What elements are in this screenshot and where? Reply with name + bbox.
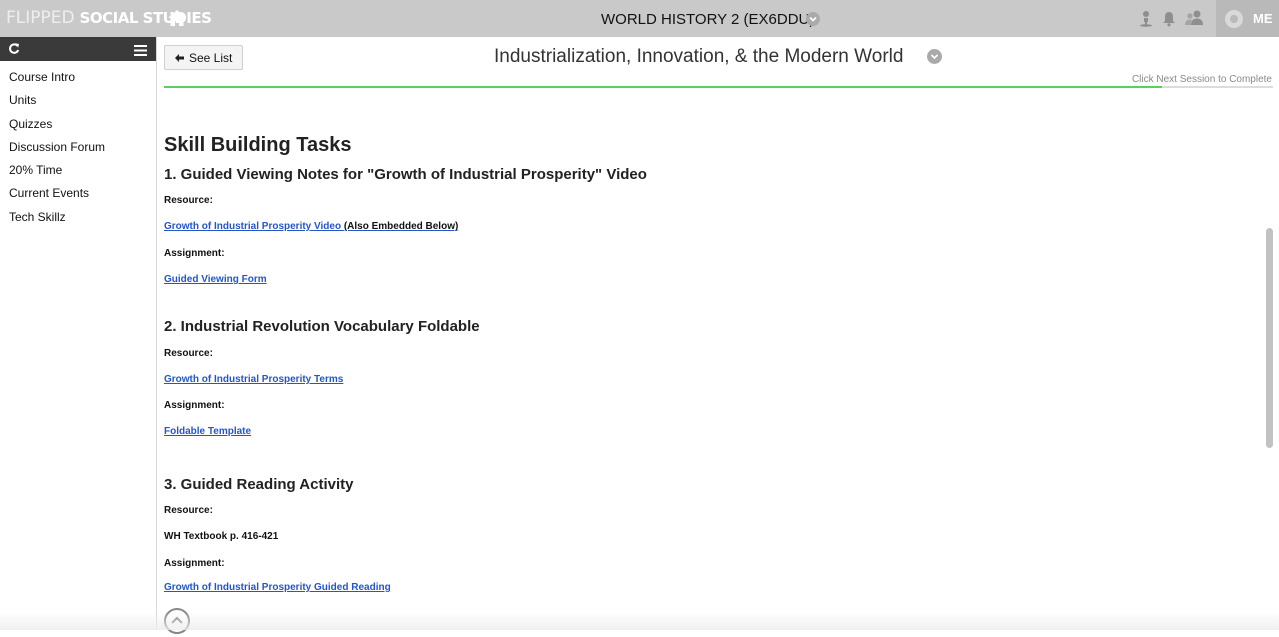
refresh-icon[interactable] — [8, 42, 20, 60]
menu-icon[interactable] — [134, 43, 147, 61]
top-bar: FLIPPED SOCIAL STUDIES WORLD HISTORY 2 (… — [0, 0, 1279, 37]
resource-text: WH Textbook p. 416-421 — [164, 531, 279, 542]
users-icon[interactable] — [1184, 10, 1204, 32]
chevron-down-icon[interactable] — [927, 49, 942, 64]
sidebar-header — [0, 37, 156, 61]
home-icon[interactable] — [167, 9, 187, 27]
resource-link[interactable]: Growth of Industrial Prosperity Terms — [164, 374, 343, 385]
sidebar-item-20-percent-time[interactable]: 20% Time — [0, 159, 156, 182]
resource-note: (Also Embedded Below) — [343, 221, 459, 232]
see-list-button[interactable]: See List — [164, 45, 243, 70]
scroll-to-top-button[interactable] — [164, 608, 190, 634]
page-title: Industrialization, Innovation, & the Mod… — [494, 46, 904, 67]
sidebar-nav: Course Intro Units Quizzes Discussion Fo… — [0, 61, 156, 229]
assignment-link[interactable]: Growth of Industrial Prosperity Guided R… — [164, 582, 391, 593]
resource-label: Resource: — [164, 348, 213, 359]
resource-link-text[interactable]: Growth of Industrial Prosperity Video — [164, 221, 344, 232]
brand-part1: FLIPPED — [6, 8, 75, 28]
me-label: ME — [1253, 11, 1273, 26]
brand-part2: SOCIAL STUDIES — [79, 9, 212, 27]
assignment-label: Assignment: — [164, 400, 225, 411]
avatar-icon — [1225, 10, 1243, 28]
sidebar-item-tech-skillz[interactable]: Tech Skillz — [0, 206, 156, 229]
task-title: 1. Guided Viewing Notes for "Growth of I… — [164, 166, 647, 183]
progress-status-text: Click Next Session to Complete — [1131, 74, 1272, 85]
course-title[interactable]: WORLD HISTORY 2 (EX6DDU) — [601, 11, 814, 28]
resource-link[interactable]: Growth of Industrial Prosperity Video (A… — [164, 221, 458, 232]
resource-label: Resource: — [164, 195, 213, 206]
sidebar-item-quizzes[interactable]: Quizzes — [0, 113, 156, 136]
bottom-fade — [0, 612, 1279, 630]
assignment-label: Assignment: — [164, 558, 225, 569]
bell-icon[interactable] — [1162, 11, 1176, 32]
section-heading: Skill Building Tasks — [164, 134, 352, 156]
sidebar: Course Intro Units Quizzes Discussion Fo… — [0, 37, 157, 630]
see-list-label: See List — [189, 50, 233, 65]
me-menu-button[interactable]: ME — [1216, 0, 1279, 37]
sidebar-item-units[interactable]: Units — [0, 89, 156, 112]
task-title: 2. Industrial Revolution Vocabulary Fold… — [164, 318, 480, 335]
sidebar-item-course-intro[interactable]: Course Intro — [0, 66, 156, 89]
sidebar-item-discussion-forum[interactable]: Discussion Forum — [0, 136, 156, 159]
assignment-link[interactable]: Foldable Template — [164, 426, 251, 437]
task-title: 3. Guided Reading Activity — [164, 476, 354, 493]
chevron-up-icon — [171, 616, 183, 624]
assignment-link[interactable]: Guided Viewing Form — [164, 274, 267, 285]
sidebar-item-current-events[interactable]: Current Events — [0, 182, 156, 205]
assignment-label: Assignment: — [164, 248, 225, 259]
arrow-left-icon — [175, 53, 184, 62]
resource-label: Resource: — [164, 505, 213, 516]
progress-bar-fill — [164, 86, 1163, 88]
user-icon[interactable] — [1139, 10, 1153, 32]
scrollbar-thumb[interactable] — [1266, 228, 1273, 448]
chevron-down-icon[interactable] — [806, 12, 820, 26]
progress-bar — [164, 86, 1273, 88]
